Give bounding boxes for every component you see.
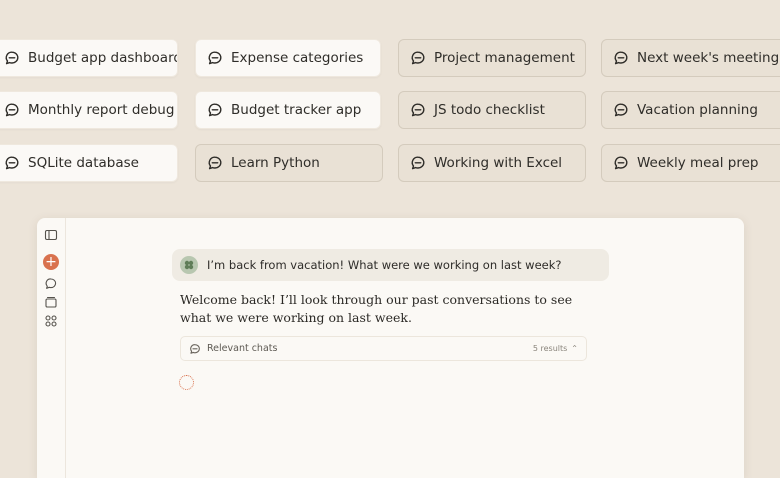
relevant-chats-label: Relevant chats — [207, 343, 278, 354]
chip-label: SQLite database — [28, 155, 139, 171]
chat-bubble-icon — [207, 50, 223, 66]
chats-icon[interactable] — [44, 277, 58, 291]
chat-bubble-icon — [189, 343, 201, 355]
chat-bubble-icon — [410, 102, 426, 118]
user-message: I’m back from vacation! What were we wor… — [172, 249, 609, 281]
chip-label: Learn Python — [231, 155, 320, 171]
chat-chip[interactable]: Budget tracker app — [195, 91, 381, 129]
chat-bubble-icon — [4, 102, 20, 118]
chat-chip[interactable]: SQLite database — [0, 144, 178, 182]
sidebar-toggle-icon[interactable] — [44, 228, 58, 242]
chat-bubble-icon — [207, 102, 223, 118]
user-message-text: I’m back from vacation! What were we wor… — [207, 258, 562, 272]
new-chat-icon[interactable]: + — [43, 254, 59, 270]
chat-chip[interactable]: Weekly meal prep — [601, 144, 780, 182]
relevant-chats-toggle[interactable]: Relevant chats 5 results ⌃ — [180, 336, 587, 361]
chat-chip[interactable]: Project management — [398, 39, 586, 77]
projects-icon[interactable] — [44, 295, 58, 309]
results-count: 5 results — [532, 344, 568, 353]
chip-label: Budget app dashboard — [28, 50, 178, 66]
chat-chip[interactable]: Vacation planning — [601, 91, 780, 129]
chat-chip[interactable]: Working with Excel — [398, 144, 586, 182]
artifacts-icon[interactable] — [44, 314, 58, 328]
assistant-reply: Welcome back! I’ll look through our past… — [180, 292, 573, 325]
chat-bubble-icon — [4, 155, 20, 171]
chat-bubble-icon — [207, 155, 223, 171]
chevron-up-icon: ⌃ — [571, 344, 578, 353]
chat-bubble-icon — [613, 102, 629, 118]
chat-chip[interactable]: Next week's meeting — [601, 39, 780, 77]
chip-label: Working with Excel — [434, 155, 563, 171]
chat-chips-grid: Budget app dashboard Expense categories … — [0, 0, 780, 200]
chip-label: Project management — [434, 50, 575, 66]
chat-window: + I’m back from vacation! What were we w… — [37, 218, 744, 478]
chip-label: Weekly meal prep — [637, 155, 759, 171]
sidebar-rail: + — [37, 218, 66, 478]
chip-label: Next week's meeting — [637, 50, 780, 66]
chat-chip[interactable]: JS todo checklist — [398, 91, 586, 129]
chip-label: JS todo checklist — [434, 102, 545, 118]
chat-chip[interactable]: Monthly report debug — [0, 91, 178, 129]
chat-chip[interactable]: Learn Python — [195, 144, 383, 182]
chip-label: Monthly report debug — [28, 102, 175, 118]
chat-chip[interactable]: Expense categories — [195, 39, 381, 77]
chat-bubble-icon — [613, 50, 629, 66]
chip-label: Vacation planning — [637, 102, 758, 118]
chat-bubble-icon — [410, 155, 426, 171]
chat-bubble-icon — [4, 50, 20, 66]
avatar — [180, 256, 198, 274]
chip-label: Expense categories — [231, 50, 364, 66]
loading-spinner-icon — [179, 375, 194, 390]
chat-bubble-icon — [613, 155, 629, 171]
chip-label: Budget tracker app — [231, 102, 362, 118]
chat-bubble-icon — [410, 50, 426, 66]
chat-chip[interactable]: Budget app dashboard — [0, 39, 178, 77]
